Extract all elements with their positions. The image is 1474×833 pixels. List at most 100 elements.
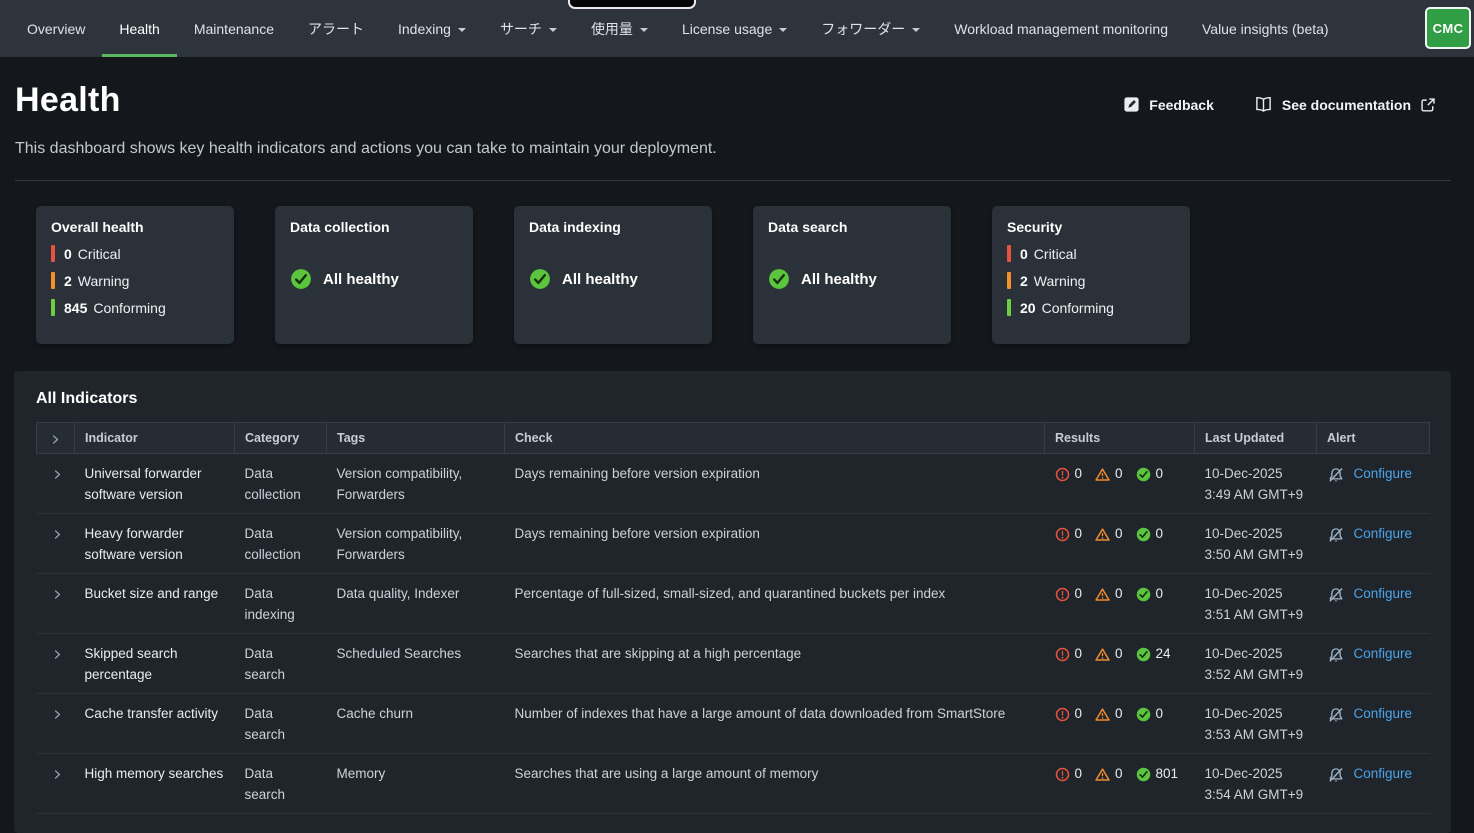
critical-count: 0 xyxy=(1074,586,1083,602)
ok-icon xyxy=(1136,647,1151,662)
expand-row-chevron-icon[interactable] xyxy=(51,588,64,601)
tags-cell: Version compatibility, Forwarders xyxy=(326,513,505,574)
configure-link[interactable]: Configure xyxy=(1354,584,1413,605)
results-cell: 0 0 0 xyxy=(1044,453,1195,514)
tags-cell: Scheduled Searches xyxy=(326,633,505,694)
bell-slash-icon xyxy=(1327,646,1345,664)
card-title: Data search xyxy=(768,219,848,235)
warning-stat: 2 Warning xyxy=(1007,272,1175,289)
configure-link[interactable]: Configure xyxy=(1354,464,1413,485)
critical-icon xyxy=(1055,587,1070,602)
warning-label: Warning xyxy=(77,272,130,289)
table-row: High memory searches Data search Memory … xyxy=(36,753,1430,814)
configure-link[interactable]: Configure xyxy=(1354,764,1413,785)
book-icon xyxy=(1254,96,1273,113)
indicator-name: Universal forwarder software version xyxy=(84,466,202,502)
summary-cards: Overall health 0 Critical 2 Warning 845 … xyxy=(36,206,1474,344)
card-data-indexing: Data indexing All healthy xyxy=(514,206,712,344)
ok-count: 0 xyxy=(1155,706,1164,722)
ok-icon xyxy=(1136,587,1151,602)
last-updated-cell: 10-Dec-2025 3:53 AM GMT+9 xyxy=(1194,693,1317,754)
warning-stat: 2 Warning xyxy=(51,272,219,289)
check-cell: Percentage of full-sized, small-sized, a… xyxy=(504,573,1045,634)
critical-count: 0 xyxy=(1020,245,1028,262)
chevron-down-icon xyxy=(457,27,466,32)
nav-label: サーチ xyxy=(499,20,542,37)
check-circle-icon xyxy=(290,268,312,290)
chevron-down-icon xyxy=(912,27,921,32)
nav-item-indexing[interactable]: Indexing xyxy=(381,0,483,57)
bell-slash-icon xyxy=(1327,706,1345,724)
updated-time: 3:53 AM GMT+9 xyxy=(1204,726,1304,742)
nav-label: Workload management monitoring xyxy=(954,20,1168,37)
configure-link[interactable]: Configure xyxy=(1354,644,1413,665)
table-row: Heavy forwarder software version Data co… xyxy=(36,513,1430,574)
expand-row-chevron-icon[interactable] xyxy=(51,468,64,481)
check-circle-icon xyxy=(529,268,551,290)
expand-row-chevron-icon[interactable] xyxy=(51,528,64,541)
nav-item-value-insights[interactable]: Value insights (beta) xyxy=(1185,0,1346,57)
nav-item-forwarders[interactable]: フォワーダー xyxy=(804,0,937,57)
critical-count: 0 xyxy=(1074,526,1083,542)
card-title: Data collection xyxy=(290,219,390,235)
tags-cell: Cache churn xyxy=(326,693,505,754)
nav-label: Maintenance xyxy=(193,20,274,37)
healthy-label: All healthy xyxy=(562,270,638,288)
feedback-icon xyxy=(1123,96,1140,113)
nav-item-overview[interactable]: Overview xyxy=(10,0,102,57)
critical-icon xyxy=(1055,527,1070,542)
nav-item-search[interactable]: サーチ xyxy=(483,0,574,57)
expand-row-chevron-icon[interactable] xyxy=(51,708,64,721)
nav-item-alerts[interactable]: アラート xyxy=(291,0,381,57)
warning-count: 0 xyxy=(1115,526,1123,542)
column-header-check: Check xyxy=(504,422,1045,454)
nav-item-workload-management[interactable]: Workload management monitoring xyxy=(937,0,1185,57)
table-row: Skipped search percentage Data search Sc… xyxy=(36,633,1430,694)
ok-count: 0 xyxy=(1155,466,1164,482)
chevron-down-icon xyxy=(779,27,788,32)
critical-count: 0 xyxy=(1074,766,1083,782)
updated-time: 3:51 AM GMT+9 xyxy=(1204,606,1304,622)
card-security: Security 0 Critical 2 Warning 20 Conform… xyxy=(992,206,1190,344)
warning-icon xyxy=(1095,467,1110,482)
expand-row-chevron-icon[interactable] xyxy=(51,768,64,781)
nav-label: Health xyxy=(119,20,160,37)
table-row: Universal forwarder software version Dat… xyxy=(36,453,1430,514)
card-title: Security xyxy=(1007,219,1063,235)
nav-item-health[interactable]: Health xyxy=(102,0,177,57)
critical-stat: 0 Critical xyxy=(51,245,219,262)
category-cell: Data indexing xyxy=(234,573,327,634)
feedback-button[interactable]: Feedback xyxy=(1123,96,1214,113)
updated-date: 10-Dec-2025 xyxy=(1204,526,1283,541)
alert-cell: Configure xyxy=(1316,513,1430,574)
results-cell: 0 0 24 xyxy=(1044,633,1195,694)
check-cell: Days remaining before version expiration xyxy=(504,453,1045,514)
critical-stat: 0 Critical xyxy=(1007,245,1175,262)
see-documentation-link[interactable]: See documentation xyxy=(1254,96,1436,113)
configure-link[interactable]: Configure xyxy=(1354,524,1413,545)
configure-link[interactable]: Configure xyxy=(1354,704,1413,725)
card-overall-health: Overall health 0 Critical 2 Warning 845 … xyxy=(36,206,234,344)
chevron-right-icon xyxy=(49,433,62,446)
updated-date: 10-Dec-2025 xyxy=(1204,706,1283,721)
nav-item-maintenance[interactable]: Maintenance xyxy=(177,0,291,57)
warning-icon xyxy=(1095,527,1110,542)
updated-time: 3:52 AM GMT+9 xyxy=(1204,666,1304,682)
critical-bar-icon xyxy=(51,245,55,262)
ok-icon xyxy=(1136,767,1151,782)
warning-count: 0 xyxy=(1115,466,1123,482)
feedback-label: Feedback xyxy=(1149,96,1214,113)
conforming-bar-icon xyxy=(1007,299,1011,316)
nav-label: Indexing xyxy=(398,20,451,37)
warning-count: 0 xyxy=(1115,586,1123,602)
results-cell: 0 0 801 xyxy=(1044,753,1195,814)
warning-icon xyxy=(1095,587,1110,602)
alert-cell: Configure xyxy=(1316,753,1430,814)
card-title: Overall health xyxy=(51,219,144,235)
alert-cell: Configure xyxy=(1316,453,1430,514)
all-indicators-panel: All Indicators Indicator Category Tags C… xyxy=(14,371,1451,833)
tags-cell: Data quality, Indexer xyxy=(326,573,505,634)
ok-icon xyxy=(1136,467,1151,482)
conforming-label: Conforming xyxy=(93,299,166,316)
expand-row-chevron-icon[interactable] xyxy=(51,648,64,661)
